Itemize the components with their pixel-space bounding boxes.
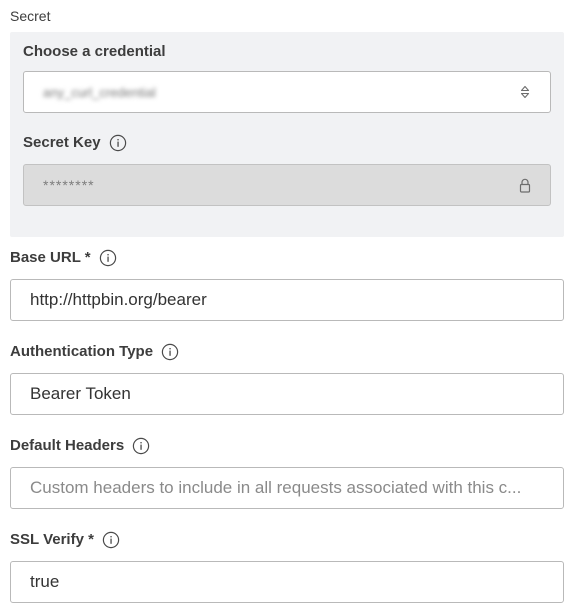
- base-url-value: http://httpbin.org/bearer: [30, 290, 207, 309]
- info-circle-icon[interactable]: [109, 134, 127, 152]
- base-url-label: Base URL *: [10, 248, 564, 268]
- secret-section-label: Secret: [10, 8, 51, 24]
- info-circle-icon[interactable]: [102, 531, 120, 549]
- base-url-label-text: Base URL *: [10, 249, 91, 266]
- secret-key-label: Secret Key: [23, 133, 551, 153]
- connection-form: Secret Choose a credential any_curl_cred…: [10, 0, 564, 603]
- default-headers-label-text: Default Headers: [10, 437, 125, 454]
- ssl-verify-label: SSL Verify *: [10, 530, 564, 550]
- info-circle-icon[interactable]: [161, 343, 179, 361]
- secret-key-masked-value: ********: [43, 177, 95, 193]
- credential-select[interactable]: any_curl_credential: [23, 71, 551, 113]
- lock-icon: [518, 177, 532, 193]
- ssl-verify-value: true: [30, 572, 60, 591]
- base-url-input[interactable]: http://httpbin.org/bearer: [10, 279, 564, 321]
- auth-type-label-text: Authentication Type: [10, 343, 154, 360]
- default-headers-input[interactable]: Custom headers to include in all request…: [10, 467, 564, 509]
- secret-key-label-text: Secret Key: [23, 134, 101, 151]
- ssl-verify-label-text: SSL Verify *: [10, 531, 94, 548]
- auth-type-input[interactable]: Bearer Token: [10, 373, 564, 415]
- default-headers-label: Default Headers: [10, 436, 564, 456]
- ssl-verify-input[interactable]: true: [10, 561, 564, 603]
- info-circle-icon[interactable]: [99, 249, 117, 267]
- chevron-up-down-icon: [518, 84, 532, 100]
- info-circle-icon[interactable]: [132, 437, 150, 455]
- secret-panel: Choose a credential any_curl_credential …: [10, 32, 564, 237]
- secret-key-input: ********: [23, 164, 551, 206]
- default-headers-placeholder: Custom headers to include in all request…: [30, 478, 522, 497]
- auth-type-label: Authentication Type: [10, 342, 564, 362]
- credential-label: Choose a credential: [23, 42, 551, 62]
- auth-type-value: Bearer Token: [30, 384, 131, 403]
- credential-label-text: Choose a credential: [23, 43, 166, 60]
- credential-selected-value: any_curl_credential: [43, 84, 156, 100]
